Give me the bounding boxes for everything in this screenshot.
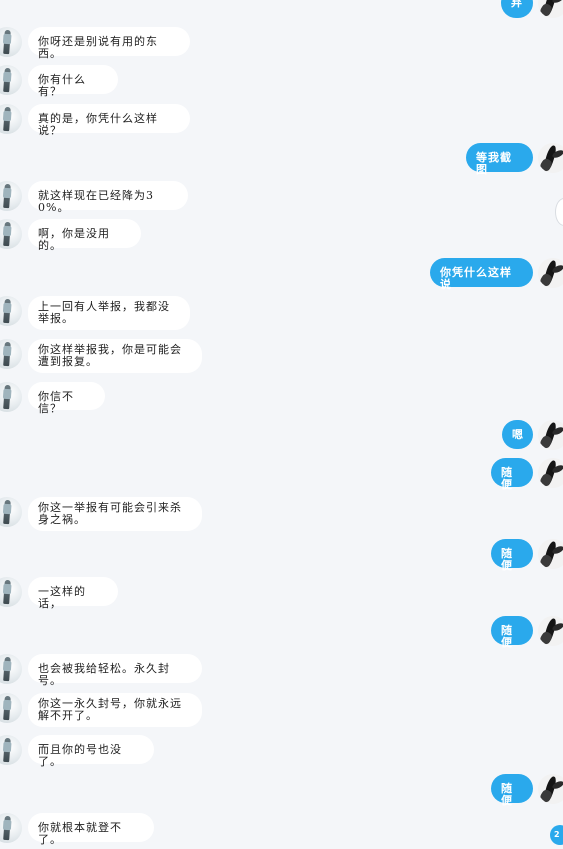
my-avatar[interactable] <box>538 616 563 646</box>
outgoing-message-bubble[interactable]: 嗯 <box>502 420 533 449</box>
outgoing-message-bubble[interactable]: 随便 <box>491 458 533 491</box>
incoming-message-bubble[interactable]: 你信不信？ <box>28 382 105 415</box>
incoming-message-bubble[interactable]: 你这样举报我，你是可能会遭到报复。 <box>28 339 202 373</box>
outgoing-message-bubble[interactable]: 等我截图 <box>466 143 533 176</box>
contact-avatar[interactable] <box>0 27 22 57</box>
contact-avatar[interactable] <box>0 219 22 249</box>
incoming-message-bubble[interactable]: 你就根本就登不了。 <box>28 813 154 846</box>
outgoing-message-bubble[interactable]: 随便 <box>491 616 533 649</box>
outgoing-message-bubble[interactable]: 随便 <box>491 539 533 572</box>
incoming-message-bubble[interactable]: 就这样现在已经降为30%。 <box>28 181 188 214</box>
contact-avatar[interactable] <box>0 654 22 684</box>
incoming-message-bubble[interactable]: 而且你的号也没了。 <box>28 735 154 768</box>
chat-message-list[interactable]: 弃 你呀还是别说有用的东西。 你有什么有？ 真的是，你凭什么这样说？ 等我截图 … <box>0 0 563 849</box>
contact-avatar[interactable] <box>0 382 22 412</box>
contact-avatar[interactable] <box>0 497 22 527</box>
incoming-message-bubble[interactable]: 你呀还是别说有用的东西。 <box>28 27 190 60</box>
outgoing-message-bubble[interactable]: 弃 <box>501 0 533 18</box>
contact-avatar[interactable] <box>0 813 22 843</box>
my-avatar[interactable] <box>538 774 563 804</box>
incoming-message-bubble[interactable]: 也会被我给轻松。永久封号。 <box>28 654 202 687</box>
incoming-message-bubble[interactable]: 啊，你是没用的。 <box>28 219 141 252</box>
contact-avatar[interactable] <box>0 104 22 134</box>
incoming-message-bubble[interactable]: 你有什么有？ <box>28 65 118 98</box>
my-avatar[interactable] <box>538 258 563 288</box>
contact-avatar[interactable] <box>0 735 22 765</box>
contact-avatar[interactable] <box>0 181 22 211</box>
contact-avatar[interactable] <box>0 339 22 369</box>
contact-avatar[interactable] <box>0 65 22 95</box>
unread-count-badge[interactable]: 2 <box>550 825 563 845</box>
incoming-message-bubble[interactable]: 上一回有人举报，我都没举报。 <box>28 296 190 330</box>
contact-avatar[interactable] <box>0 296 22 326</box>
contact-avatar[interactable] <box>0 577 22 607</box>
incoming-message-bubble[interactable]: 真的是，你凭什么这样说？ <box>28 104 190 137</box>
outgoing-message-bubble[interactable]: 你凭什么这样说 <box>430 258 533 291</box>
my-avatar[interactable] <box>538 420 563 450</box>
outgoing-message-bubble[interactable]: 随便 <box>491 774 533 807</box>
incoming-message-bubble[interactable]: 你这一举报有可能会引来杀身之祸。 <box>28 497 202 531</box>
my-avatar[interactable] <box>538 0 563 18</box>
my-avatar[interactable] <box>538 458 563 488</box>
incoming-message-bubble[interactable]: 一这样的话， <box>28 577 118 610</box>
my-avatar[interactable] <box>538 143 563 173</box>
incoming-message-bubble[interactable]: 你这一永久封号，你就永远解不开了。 <box>28 693 202 727</box>
contact-avatar[interactable] <box>0 693 22 723</box>
my-avatar[interactable] <box>538 539 563 569</box>
